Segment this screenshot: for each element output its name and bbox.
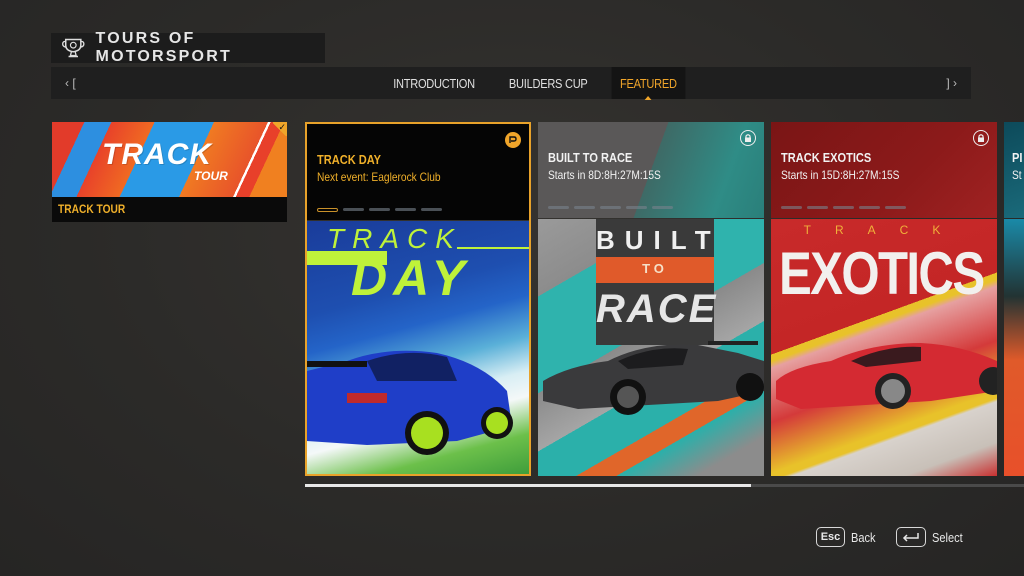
tab-prev-button[interactable]: ‹ [ [65,67,76,99]
blue-car-image [307,350,513,455]
event-card-built-to-race[interactable]: BUILT TO RACE Starts in 8D:8H:27M:15S BU… [538,122,764,476]
carousel-scrollbar[interactable] [305,484,1024,487]
event-artwork: BUILT TO RACE [538,219,764,476]
art-title-line2: TO [642,261,668,276]
tour-label: TRACK TOUR [58,202,126,216]
event-card-header: TRACK DAY Next event: Eaglerock Club [307,124,529,220]
trophy-icon [62,38,85,58]
tour-badge-icon [505,132,521,148]
select-button[interactable]: Select [896,527,968,547]
page-dot [885,206,906,209]
tour-art-title: TRACK [102,138,212,171]
page-dot [859,206,880,209]
event-subtitle: Next event: Eaglerock Club [317,170,441,184]
event-countdown: Starts in 8D:8H:27M:15S [548,168,661,182]
page-dot [833,206,854,209]
event-card-header: TRACK EXOTICS Starts in 15D:8H:27M:15S [771,122,997,218]
tab-next-button[interactable]: ] › [946,67,957,99]
page-dot [600,206,621,209]
tab-bar: ‹ [ INTRODUCTION BUILDERS CUP FEATURED ]… [51,67,971,100]
event-card-header: PI St [1004,122,1024,218]
tour-artwork: TRACK TOUR [52,122,287,197]
page-indicator [317,208,442,212]
event-title: TRACK EXOTICS [781,150,872,165]
lock-icon [973,130,989,146]
event-countdown: Starts in 15D:8H:27M:15S [781,168,900,182]
event-artwork [1004,219,1024,476]
page-dot [652,206,673,209]
select-label: Select [932,529,963,545]
event-countdown: St [1012,168,1022,182]
event-card-partial[interactable]: PI St [1004,122,1024,476]
event-artwork: TRACK DAY [307,221,529,474]
chevron-left-icon: ‹ [ [65,76,76,90]
page-dot [421,208,442,211]
art-title-line2: EXOTICS [779,240,985,307]
back-label: Back [851,529,876,545]
red-car-image [776,343,997,409]
art-title-line3: RACE [596,287,718,331]
art-title-line2: DAY [351,250,471,306]
event-title: BUILT TO RACE [548,150,633,165]
event-artwork: TRACK EXOTICS [771,219,997,476]
tour-card-track-tour[interactable]: TRACK TOUR ✓ TRACK TOUR [52,122,287,222]
tab-introduction[interactable]: INTRODUCTION [385,67,484,99]
page-dot [343,208,364,211]
page-dot-active [317,208,338,212]
art-title-line1: BUILT [596,225,721,255]
page-dot [781,206,802,209]
page-dot [548,206,569,209]
page-dot [395,208,416,211]
art-title-line1: TRACK [803,223,965,237]
back-button[interactable]: Esc Back [816,527,880,547]
event-card-track-exotics[interactable]: TRACK EXOTICS Starts in 15D:8H:27M:15S T… [771,122,997,476]
enter-key-icon [896,527,926,547]
tab-builders-cup[interactable]: BUILDERS CUP [500,67,596,99]
event-card-header: BUILT TO RACE Starts in 8D:8H:27M:15S [538,122,764,218]
tab-list: INTRODUCTION BUILDERS CUP FEATURED [376,67,691,100]
lock-icon [740,130,756,146]
esc-key-icon: Esc [816,527,845,547]
completed-check-icon: ✓ [273,122,287,136]
grey-car-image [543,341,764,415]
carousel-scroll-thumb[interactable] [305,484,751,487]
page-title: TOURS OF MOTORSPORT [95,30,232,65]
page-indicator [548,206,673,209]
page-dot [807,206,828,209]
chevron-right-icon: ] › [946,76,957,90]
art-logo-box: BUILT TO RACE [596,219,721,345]
page-dot [626,206,647,209]
page-indicator [781,206,906,209]
page-header: TOURS OF MOTORSPORT [51,30,325,65]
event-title: PI [1012,150,1023,165]
page-dot [369,208,390,211]
page-dot [574,206,595,209]
event-card-track-day[interactable]: TRACK DAY Next event: Eaglerock Club TRA… [305,122,531,476]
tab-featured[interactable]: FEATURED [611,67,685,100]
event-title: TRACK DAY [317,152,382,167]
tour-art-subtitle: TOUR [194,169,228,183]
